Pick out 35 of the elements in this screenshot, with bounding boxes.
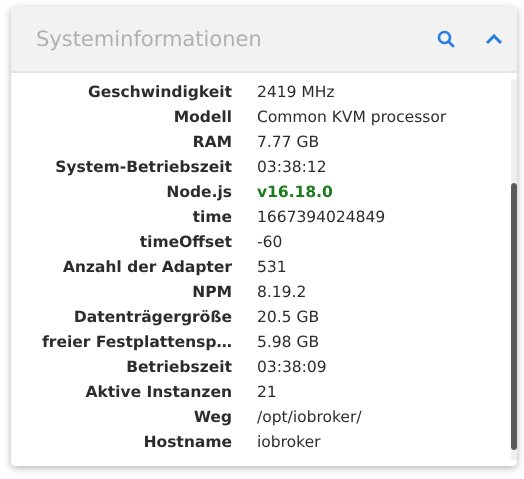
info-value: 03:38:09 (257, 357, 328, 378)
info-value: 7.77 GB (257, 132, 320, 153)
info-label: Hostname (142, 432, 232, 453)
chevron-up-icon (485, 33, 503, 45)
info-value: /opt/iobroker/ (257, 407, 363, 428)
info-label: System-Betriebszeit (54, 157, 232, 178)
info-label: Aktive Instanzen (84, 382, 232, 403)
info-value: 1667394024849 (257, 207, 386, 228)
info-value: 2419 MHz (257, 82, 336, 103)
info-label: Datenträgergröße (72, 307, 232, 328)
info-label: Anzahl der Adapter (62, 257, 232, 278)
info-value: 5.98 GB (257, 332, 320, 353)
info-value: iobroker (257, 432, 322, 453)
info-value: 20.5 GB (257, 307, 320, 328)
scrollbar[interactable] (511, 79, 517, 460)
info-label: Modell (172, 107, 232, 128)
info-value: 8.19.2 (257, 282, 308, 303)
search-icon (437, 30, 455, 48)
info-value: 21 (257, 382, 278, 403)
info-value: -60 (257, 232, 284, 253)
info-value: 03:38:12 (257, 157, 328, 178)
info-label: Geschwindigkeit (87, 82, 232, 103)
info-label: freier Festplattensp… (41, 332, 232, 353)
panel-title: Systeminformationen (36, 27, 263, 51)
info-label: RAM (192, 132, 232, 153)
info-label: timeOffset (138, 232, 232, 253)
info-label: NPM (191, 282, 232, 303)
scrollbar-thumb[interactable] (511, 183, 517, 450)
info-label: Node.js (165, 182, 232, 203)
info-value: v16.18.0 (257, 182, 334, 203)
info-label: Betriebszeit (125, 357, 232, 378)
info-label: Weg (192, 407, 232, 428)
info-value: 531 (257, 257, 288, 278)
info-label: time (192, 207, 232, 228)
info-value: Common KVM processor (257, 107, 448, 128)
